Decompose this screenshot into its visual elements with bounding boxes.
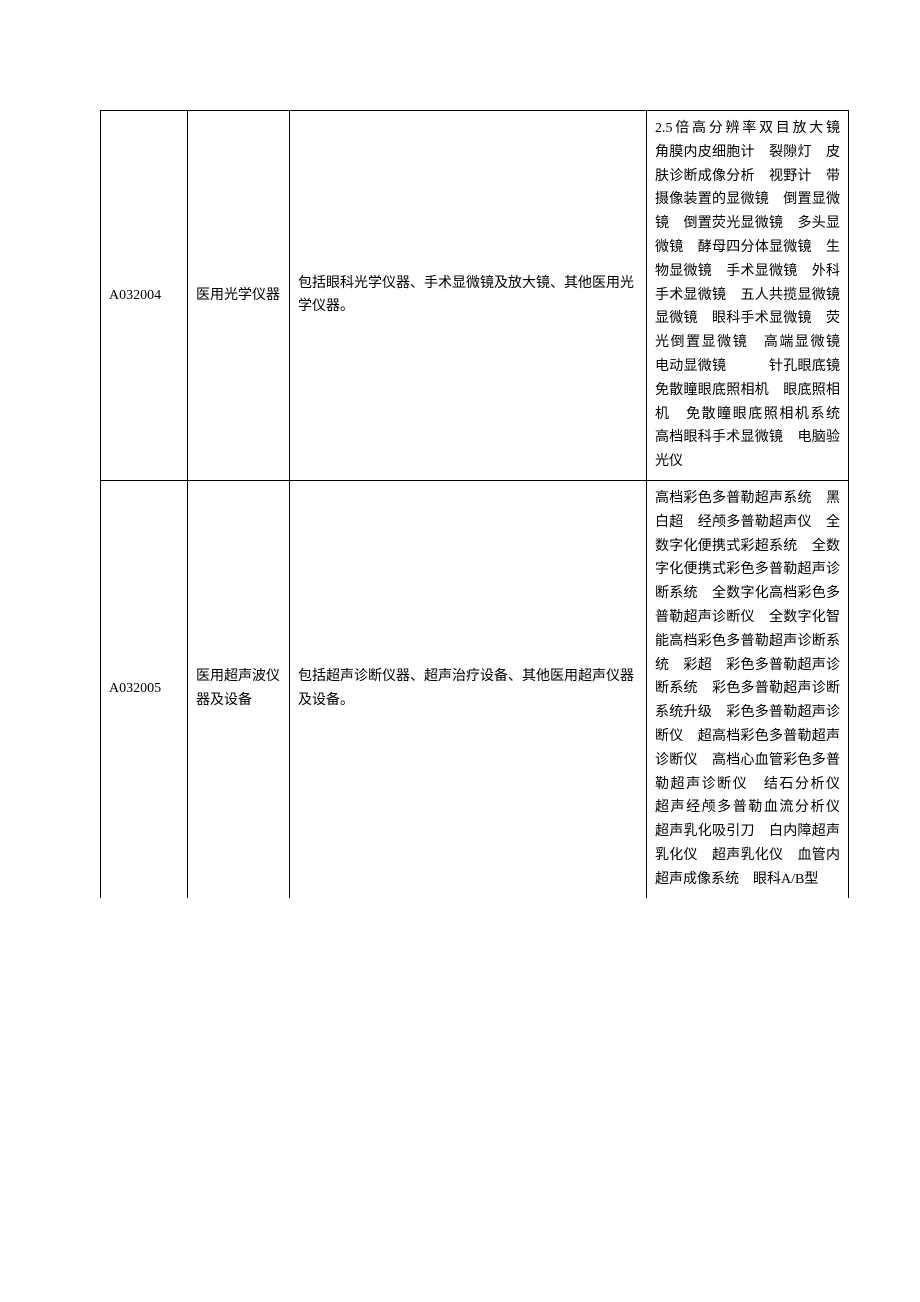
name-cell: 医用超声波仪器及设备 xyxy=(188,480,290,897)
document-page: A032004 医用光学仪器 包括眼科光学仪器、手术显微镜及放大镜、其他医用光学… xyxy=(0,0,920,1302)
name-cell: 医用光学仪器 xyxy=(188,111,290,481)
code-cell: A032004 xyxy=(101,111,188,481)
category-table: A032004 医用光学仪器 包括眼科光学仪器、手术显微镜及放大镜、其他医用光学… xyxy=(100,110,849,898)
code-cell: A032005 xyxy=(101,480,188,897)
desc-cell: 包括眼科光学仪器、手术显微镜及放大镜、其他医用光学仪器。 xyxy=(290,111,647,481)
desc-cell: 包括超声诊断仪器、超声治疗设备、其他医用超声仪器及设备。 xyxy=(290,480,647,897)
table-row: A032005 医用超声波仪器及设备 包括超声诊断仪器、超声治疗设备、其他医用超… xyxy=(101,480,849,897)
table-row: A032004 医用光学仪器 包括眼科光学仪器、手术显微镜及放大镜、其他医用光学… xyxy=(101,111,849,481)
examples-cell: 高档彩色多普勒超声系统 黑白超 经颅多普勒超声仪 全数字化便携式彩超系统 全数字… xyxy=(647,480,849,897)
examples-cell: 2.5倍高分辨率双目放大镜 角膜内皮细胞计 裂隙灯 皮肤诊断成像分析 视野计 带… xyxy=(647,111,849,481)
